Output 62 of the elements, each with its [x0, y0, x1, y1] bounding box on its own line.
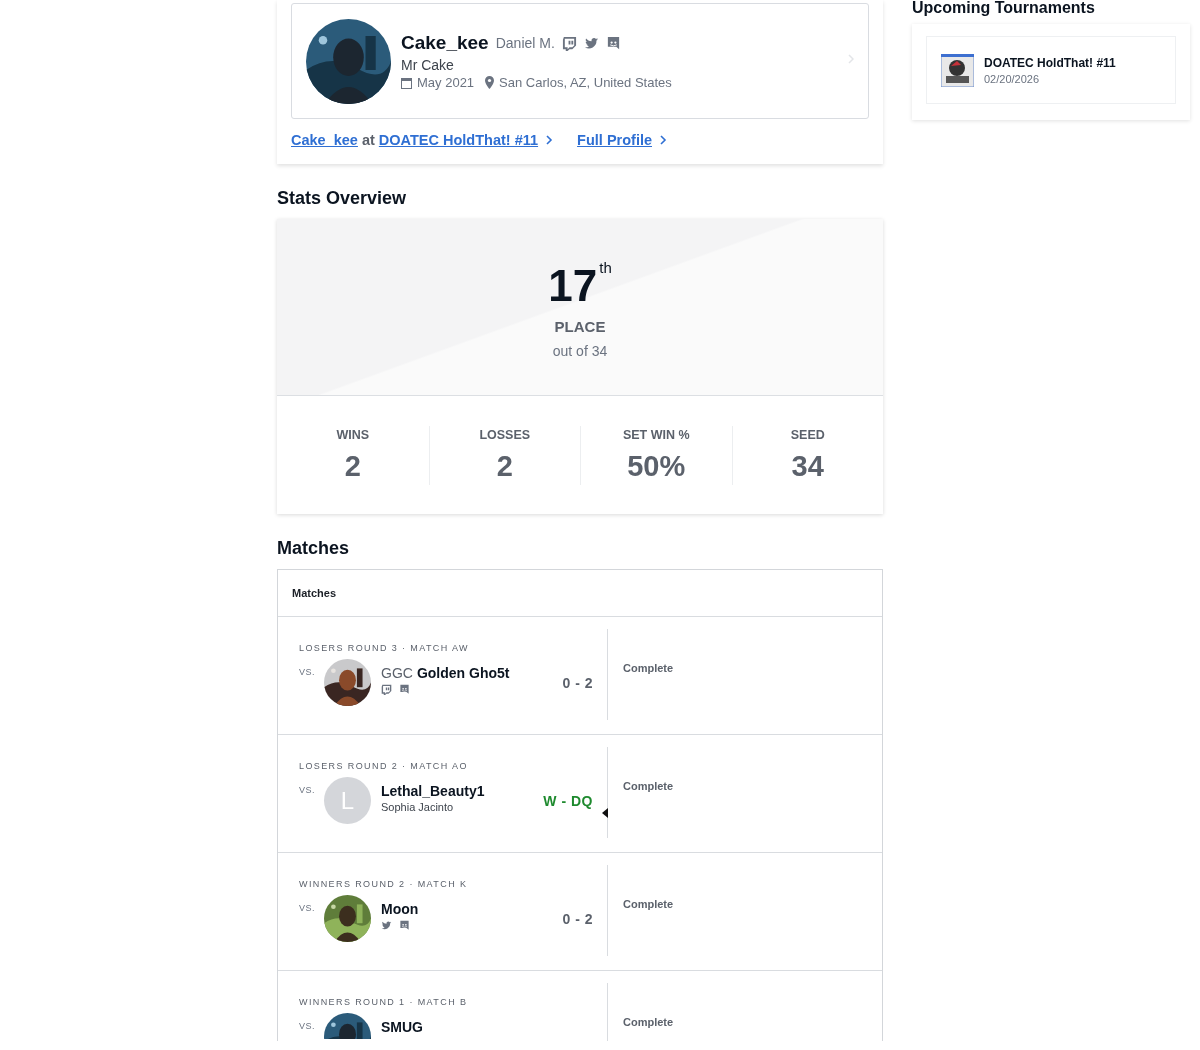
opponent-name[interactable]: Moon — [381, 901, 419, 917]
real-name: Sophia Jacinto — [381, 801, 455, 813]
opponent-name[interactable]: Golden Gho5t — [416, 665, 510, 681]
full-profile-link[interactable]: Full Profile — [577, 132, 652, 148]
matches-header: Matches — [278, 570, 882, 617]
team-prefix: GGC — [381, 665, 413, 681]
real-name: Daniel M. — [495, 35, 555, 51]
stat-label: SET WIN % — [622, 427, 690, 442]
stat-value: 2 — [496, 449, 513, 483]
bird-icon[interactable] — [381, 920, 392, 931]
stat-value: 2 — [344, 449, 361, 483]
stat-value: 34 — [791, 449, 824, 483]
location-pin-icon — [485, 76, 495, 89]
bio-text: Mr Cake — [401, 57, 455, 73]
match-score: 0 - 2 — [562, 675, 593, 691]
section-heading: Stats Overview — [277, 188, 408, 209]
tournament-link[interactable]: DOATEC HoldThat! #11 — [378, 132, 539, 148]
chevron-right-icon — [545, 135, 554, 145]
calendar-icon — [401, 76, 412, 89]
stat-label: SEED — [790, 427, 825, 442]
tournament-card[interactable]: DOATEC HoldThat! #11 02/20/2026 — [926, 36, 1176, 104]
round-label: WINNERS ROUND 1 · MATCH B — [299, 997, 469, 1007]
round-label: LOSERS ROUND 3 · MATCH AW — [299, 643, 470, 653]
vs-label: VS. — [299, 903, 316, 913]
match-score: 0 - 2 — [562, 911, 593, 927]
chat-icon[interactable] — [399, 684, 410, 695]
vs-label: VS. — [299, 667, 316, 677]
tournament-date: 02/20/2026 — [984, 72, 1041, 85]
stat-value: 50% — [627, 449, 686, 483]
match-status: Complete — [623, 898, 674, 910]
vs-label: VS. — [299, 785, 316, 795]
tournament-name: DOATEC HoldThat! #11 — [984, 55, 1116, 70]
joined-date: May 2021 — [417, 75, 475, 90]
gamer-tag: Cake_kee — [401, 32, 489, 54]
match-status: Complete — [623, 1016, 674, 1028]
player-link[interactable]: Cake_kee — [291, 132, 358, 148]
link-joiner: at — [361, 132, 375, 148]
caret-icon — [602, 808, 608, 818]
location-text: San Carlos, AZ, United States — [499, 75, 672, 90]
match-status: Complete — [623, 780, 674, 792]
opponent-name[interactable]: SMUG — [381, 1019, 423, 1035]
match-score: W - DQ — [543, 793, 593, 809]
bird-icon[interactable] — [583, 35, 599, 51]
round-label: WINNERS ROUND 2 · MATCH K — [299, 879, 469, 889]
chat-icon[interactable] — [605, 35, 621, 51]
opponent-name[interactable]: Lethal_Beauty1 — [381, 783, 485, 799]
chevron-right-icon — [848, 54, 854, 64]
stat-label: WINS — [336, 427, 370, 442]
speech-bubble-icon[interactable] — [561, 35, 577, 51]
chevron-right-icon — [659, 135, 667, 145]
speech-bubble-icon[interactable] — [381, 684, 392, 695]
match-status: Complete — [623, 662, 674, 674]
placement-label: PLACE — [554, 317, 606, 335]
section-heading: Upcoming Tournaments — [912, 0, 1096, 16]
placement-number: 17$^{th}$ — [548, 263, 612, 308]
section-heading: Matches — [277, 538, 351, 559]
chat-icon[interactable] — [399, 920, 410, 931]
stat-label: LOSSES — [479, 427, 531, 442]
round-label: LOSERS ROUND 2 · MATCH AO — [299, 761, 469, 771]
vs-label: VS. — [299, 1021, 316, 1031]
player-card[interactable]: Cake_kee Daniel M. Mr Cake May 2021 San Carlos, AZ, United States — [291, 3, 869, 119]
entrant-count: out of 34 — [552, 342, 608, 359]
